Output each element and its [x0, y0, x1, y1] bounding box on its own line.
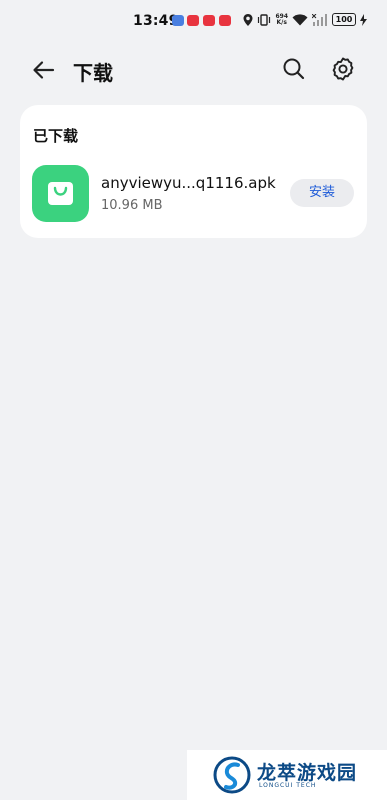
- notification-icon: [172, 15, 184, 26]
- status-bar: 13:49 694 K/s 100: [0, 0, 387, 44]
- watermark-text: 龙萃游戏园: [257, 762, 358, 784]
- file-name: anyviewyu...q1116.apk: [101, 174, 276, 192]
- install-button[interactable]: 安装: [290, 179, 354, 207]
- watermark-logo-icon: [213, 756, 251, 794]
- wifi-icon: [292, 13, 308, 25]
- shopping-bag-icon: [48, 182, 73, 205]
- notification-icon: [219, 15, 231, 26]
- vibrate-icon: [258, 13, 271, 26]
- charging-icon: [360, 13, 367, 26]
- download-item[interactable]: anyviewyu...q1116.apk 10.96 MB 安装: [20, 163, 367, 225]
- page-title: 下载: [73, 61, 113, 85]
- battery-indicator: 100: [332, 13, 356, 26]
- app-icon: [32, 165, 89, 222]
- file-size: 10.96 MB: [101, 198, 163, 213]
- network-speed-unit: K/s: [276, 18, 287, 26]
- back-button[interactable]: [30, 56, 58, 84]
- settings-button[interactable]: [329, 55, 357, 83]
- location-icon: [243, 13, 253, 26]
- notification-icon: [187, 15, 199, 26]
- status-icons: 694 K/s 100: [243, 13, 367, 26]
- back-arrow-icon: [33, 61, 55, 79]
- search-button[interactable]: [281, 56, 307, 82]
- downloaded-card: 已下载 anyviewyu...q1116.apk 10.96 MB 安装: [20, 105, 367, 238]
- gear-icon: [332, 57, 354, 81]
- signal-icon: [312, 13, 327, 26]
- search-icon: [283, 58, 305, 80]
- notification-icon: [203, 15, 215, 26]
- watermark: 龙萃游戏园 LONGCUI TECH: [187, 750, 387, 800]
- watermark-subtext: LONGCUI TECH: [259, 782, 317, 789]
- network-speed: 694 K/s: [275, 13, 288, 26]
- app-header: 下载: [0, 48, 387, 92]
- section-title: 已下载: [33, 127, 79, 145]
